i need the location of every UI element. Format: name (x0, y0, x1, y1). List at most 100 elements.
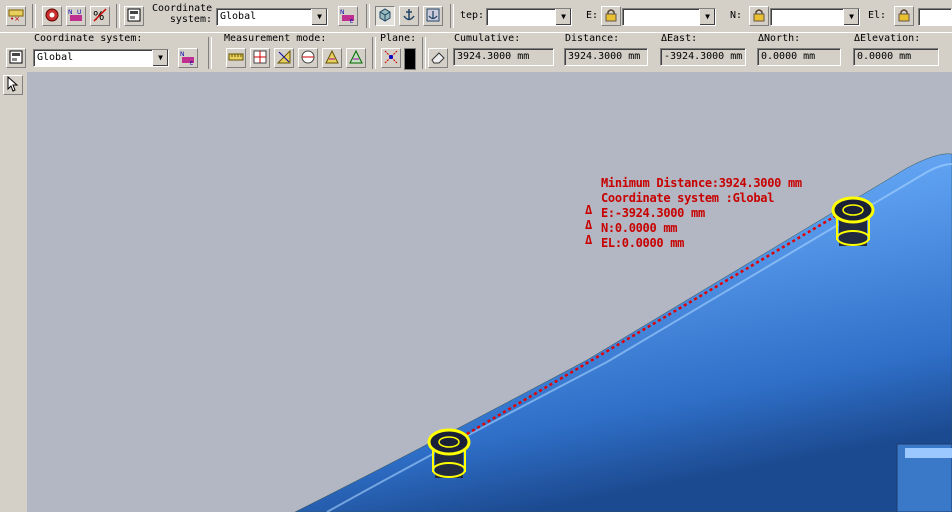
graphic-view[interactable]: Minimum Distance:3924.3000 mm Coordinate… (27, 72, 952, 512)
delta-east-symbol: Δ (585, 203, 592, 217)
coordinate-axis-button[interactable]: NU (66, 6, 86, 26)
plane-axis-icon (383, 49, 399, 68)
circle-measure-icon (300, 49, 316, 68)
delta-north-symbol: Δ (585, 218, 592, 232)
chevron-down-icon[interactable]: ▼ (843, 9, 859, 25)
mode-area-button[interactable] (322, 48, 342, 68)
chevron-down-icon[interactable]: ▼ (699, 9, 715, 25)
mode-point-to-point-button[interactable] (226, 48, 246, 68)
north-label: N: (730, 10, 743, 21)
delta-east-value: -3924.3000 mm (660, 48, 746, 66)
mode-volume-button[interactable] (346, 48, 366, 68)
eraser-button[interactable] (428, 48, 448, 68)
view-mode-button-3[interactable] (423, 6, 443, 26)
cube-view-icon (377, 7, 393, 26)
delta-east-text: E:-3924.3000 mm (601, 206, 705, 220)
left-tool-strip (0, 72, 28, 512)
coord-axis-button-2[interactable]: NE (338, 6, 358, 26)
elevation-label: El: (868, 10, 887, 21)
properties-icon (126, 7, 142, 26)
percent-icon: % (92, 7, 108, 26)
ruler-x-icon: •× (8, 8, 24, 25)
nozzle-right-highlighted[interactable] (831, 196, 875, 246)
angle-icon (276, 49, 292, 68)
coordinate-system-label: Coordinate system: (152, 3, 212, 25)
svg-text:U: U (77, 9, 81, 16)
east-select[interactable]: ▼ (622, 8, 716, 26)
chevron-down-icon[interactable]: ▼ (152, 50, 168, 66)
ruler-icon (228, 49, 244, 68)
distance-label: Distance: (565, 33, 620, 44)
view-mode-button-1[interactable] (375, 6, 395, 26)
coord-system-text: Coordinate system :Global (601, 191, 775, 205)
steel-support-top (905, 448, 952, 458)
nozzle-left-highlighted[interactable] (427, 428, 471, 478)
anchor-down-icon (425, 7, 441, 26)
svg-text:N: N (68, 9, 73, 16)
svg-text:E: E (350, 19, 353, 23)
delta-north-label: ΔNorth: (758, 33, 801, 44)
coordinate-system-label-2: Coordinate system: (34, 33, 143, 44)
coord-axis-button-3[interactable]: NE (178, 48, 198, 68)
mode-angle-button[interactable] (274, 48, 294, 68)
separator (450, 4, 454, 28)
chevron-down-icon[interactable]: ▼ (311, 9, 327, 25)
select-tool-button[interactable] (42, 6, 62, 26)
lock-icon (751, 7, 767, 26)
mode-minimum-distance-button[interactable] (250, 48, 270, 68)
plane-select-button[interactable] (381, 48, 401, 68)
coordinate-system-select-top[interactable]: Global ▼ (216, 8, 328, 26)
min-distance-text: Minimum Distance:3924.3000 mm (601, 176, 802, 190)
north-select[interactable]: ▼ (770, 8, 860, 26)
east-label: E: (586, 10, 599, 21)
area-icon (324, 49, 340, 68)
separator (32, 4, 36, 28)
chevron-down-icon[interactable]: ▼ (555, 9, 571, 25)
cumulative-label: Cumulative: (454, 33, 521, 44)
anchor-icon (401, 7, 417, 26)
step-label: tep: (460, 10, 485, 21)
separator (208, 37, 212, 69)
volume-icon (348, 49, 364, 68)
axis-neu-icon: NU (68, 7, 84, 26)
delta-elevation-value: 0.0000 mm (853, 48, 939, 66)
north-lock-button[interactable] (749, 6, 769, 26)
label-line2: system: (169, 14, 212, 25)
elevation-lock-button[interactable] (894, 6, 914, 26)
separator (116, 4, 120, 28)
delta-north-text: N:0.0000 mm (601, 221, 678, 235)
delta-elevation-label: ΔElevation: (854, 33, 921, 44)
properties-button-2[interactable] (6, 48, 26, 68)
select-pointer-button[interactable] (3, 75, 23, 95)
step-select[interactable]: ▼ (486, 8, 572, 26)
select-value: Global (37, 52, 74, 63)
east-lock-button[interactable] (601, 6, 621, 26)
separator (372, 37, 376, 69)
svg-text:E: E (190, 61, 193, 65)
axis-ne-icon: NE (180, 49, 196, 68)
target-icon (44, 7, 60, 26)
elevation-select[interactable] (918, 8, 952, 26)
offset-button[interactable]: % (90, 6, 110, 26)
grid-measure-icon (252, 49, 268, 68)
view-mode-button-2[interactable] (399, 6, 419, 26)
clear-measure-button[interactable]: •× (6, 6, 26, 26)
delta-north-value: 0.0000 mm (757, 48, 841, 66)
separator (422, 37, 426, 69)
lock-icon (896, 7, 912, 26)
distance-value: 3924.3000 mm (564, 48, 648, 66)
eraser-icon (430, 49, 446, 68)
svg-text:N: N (180, 51, 185, 58)
label-line1: Coordinate (152, 3, 213, 14)
scene-canvas[interactable] (27, 72, 952, 512)
coordinate-system-select[interactable]: Global ▼ (33, 49, 169, 67)
toolbar-row-2: Coordinate system: Global ▼ NE Measureme… (0, 32, 952, 72)
plane-color-swatch[interactable] (404, 48, 416, 70)
mode-arc-button[interactable] (298, 48, 318, 68)
measurement-mode-label: Measurement mode: (224, 33, 327, 44)
cumulative-value: 3924.3000 mm (453, 48, 554, 66)
properties-button[interactable] (124, 6, 144, 26)
axis-ne-icon: NE (340, 7, 356, 26)
delta-elevation-symbol: Δ (585, 233, 592, 247)
toolbar-row-1: •× NU % Coordinate system: Global ▼ NE t… (0, 0, 952, 32)
